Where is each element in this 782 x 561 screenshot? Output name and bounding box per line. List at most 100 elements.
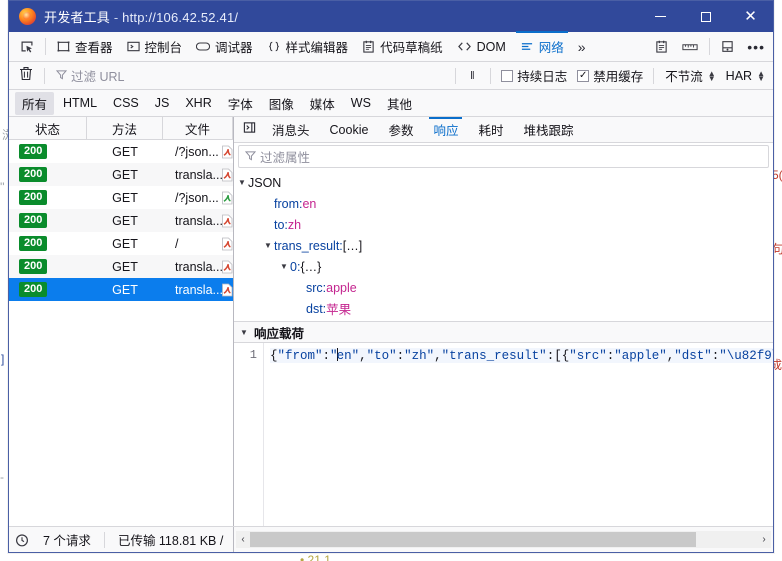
scratchpad-icon [362,40,375,53]
twisty-expanded-icon[interactable]: ▼ [236,178,248,187]
type-filter-3[interactable]: JS [148,94,177,112]
timing-icon[interactable] [9,533,35,547]
type-filter-7[interactable]: 媒体 [303,92,342,115]
net-toolbar-divider-3 [490,67,492,84]
toolbar-divider-right [709,38,711,55]
table-row[interactable]: 200 GET / [9,232,233,255]
twisty-expanded-icon[interactable]: ▼ [262,241,274,250]
table-row[interactable]: 200 GET transla... [9,255,233,278]
trash-icon [19,66,33,86]
json-key: dst: [306,301,327,316]
element-picker-button[interactable] [13,32,41,61]
tab-debugger[interactable]: 调试器 [189,32,260,61]
har-chevron-updown-icon: ▲ ▼ [757,68,765,83]
status-badge: 200 [19,236,48,251]
minimize-button[interactable] [638,1,683,32]
detail-tab-2[interactable]: 参数 [378,117,423,142]
response-payload-title: 响应载荷 [254,326,305,341]
scrollbar-track[interactable] [250,532,757,547]
clear-requests-button[interactable] [13,64,39,88]
throttling-select[interactable]: 不节流 ▲ ▼ [659,64,719,88]
detail-tab-5[interactable]: 堆栈跟踪 [513,117,583,142]
json-tree: ▼ JSON from: en to: zh ▼ trans_result: […] ▼… [234,168,773,321]
type-filter-0[interactable]: 所有 [15,91,55,115]
type-filter-2[interactable]: CSS [106,94,146,112]
type-filter-8[interactable]: WS [344,94,378,112]
json-row[interactable]: dst: 苹果 [236,298,773,319]
type-filter-6[interactable]: 图像 [262,92,301,115]
type-filter-5[interactable]: 字体 [221,92,260,115]
toolbar-more-button[interactable]: ••• [741,39,771,55]
tab-scratchpad[interactable]: 代码草稿纸 [355,32,450,61]
har-select[interactable]: HAR ▲ ▼ [720,64,769,88]
json-row[interactable]: to: zh [236,214,773,235]
persist-logs-checkbox[interactable]: 持续日志 [496,64,572,88]
type-filter-1[interactable]: HTML [56,94,104,112]
responsive-notepad-button[interactable] [648,32,675,61]
payload-twisty-icon[interactable]: ▼ [238,328,250,337]
cell-status: 200 [9,213,87,228]
detail-tab-0[interactable]: 消息头 [262,117,320,142]
cell-method: GET [112,167,138,182]
disable-cache-label: 禁用缓存 [593,70,644,84]
status-badge: 200 [19,259,48,274]
pause-recording-button[interactable]: ‖ [461,64,485,88]
disable-cache-checkbox[interactable]: ✓ 禁用缓存 [572,64,648,88]
transferred-size-label: 已传输 118.81 KB / [117,534,224,548]
tab-style-editor[interactable]: 样式编辑器 [260,32,356,61]
request-rows: 200 GET /?json... 200 GET transla... 200 GET /?j… [9,140,233,526]
disable-cache-checkbox-box: ✓ [577,69,590,82]
scroll-left-arrow-icon[interactable]: ‹ [236,534,250,545]
close-button[interactable]: ✕ [728,1,773,32]
scrollbar-thumb[interactable] [250,532,697,547]
toolbar-overflow-chevron-icon[interactable]: » [571,39,593,55]
payload-code[interactable]: {"from":"en","to":"zh","trans_result":[{… [264,343,773,526]
detail-tab-1[interactable]: Cookie [320,117,379,142]
cell-file: /?json... [163,191,233,205]
json-row[interactable]: ▼ trans_result: […] [236,235,773,256]
persist-logs-checkbox-box [501,69,514,82]
throttling-label: 不节流 [665,70,703,84]
tab-inspector[interactable]: 查看器 [50,32,120,61]
response-payload-header[interactable]: ▼ 响应载荷 [234,321,773,343]
cell-file-label: /?json... [175,190,219,205]
json-row[interactable]: from: en [236,193,773,214]
detail-tab-3[interactable]: 响应 [423,117,468,142]
tab-network-label: 网络 [538,41,564,55]
tab-console[interactable]: 控制台 [120,32,190,61]
type-filter-4[interactable]: XHR [178,94,218,112]
twisty-expanded-icon[interactable]: ▼ [278,262,290,271]
table-row[interactable]: 200 GET transla... [9,209,233,232]
tab-dom[interactable]: DOM [450,32,513,61]
table-row[interactable]: 200 GET transla... [9,163,233,186]
json-row[interactable]: ▼ 0: {…} [236,256,773,277]
table-row[interactable]: 200 GET /?json... [9,186,233,209]
title-bar: 开发者工具 - http://106.42.52.41/ ✕ [9,1,773,32]
measure-button[interactable] [675,32,705,61]
json-row[interactable]: src: apple [236,277,773,298]
pdf-file-icon [221,168,233,181]
net-toolbar-divider-1 [44,67,45,84]
horizontal-scrollbar[interactable]: ‹ › [236,531,771,548]
dock-button[interactable] [714,32,741,61]
column-header-status[interactable]: 状态 [9,117,87,139]
type-filter-9[interactable]: 其他 [380,92,419,115]
scroll-right-arrow-icon[interactable]: › [757,534,771,545]
maximize-button[interactable] [683,1,728,32]
column-header-method[interactable]: 方法 [87,117,163,139]
url-filter-input[interactable]: 过滤 URL [50,65,450,86]
cell-method: GET [112,236,138,251]
window-title-separator: - [110,10,123,25]
request-count-label: 7 个请求 [43,534,91,548]
table-row[interactable]: 200 GET transla... [9,278,233,301]
expand-pane-button[interactable] [236,117,262,142]
property-filter-input[interactable]: 过滤属性 [238,145,769,168]
json-value: […] [342,238,363,253]
net-toolbar-divider-4 [653,67,655,84]
table-row[interactable]: 200 GET /?json... [9,140,233,163]
pdf-file-icon [221,214,233,227]
json-root-row[interactable]: ▼ JSON [236,172,773,193]
detail-tab-4[interactable]: 耗时 [468,117,513,142]
tab-network[interactable]: 网络 [513,31,571,61]
column-header-file[interactable]: 文件 [163,117,233,139]
